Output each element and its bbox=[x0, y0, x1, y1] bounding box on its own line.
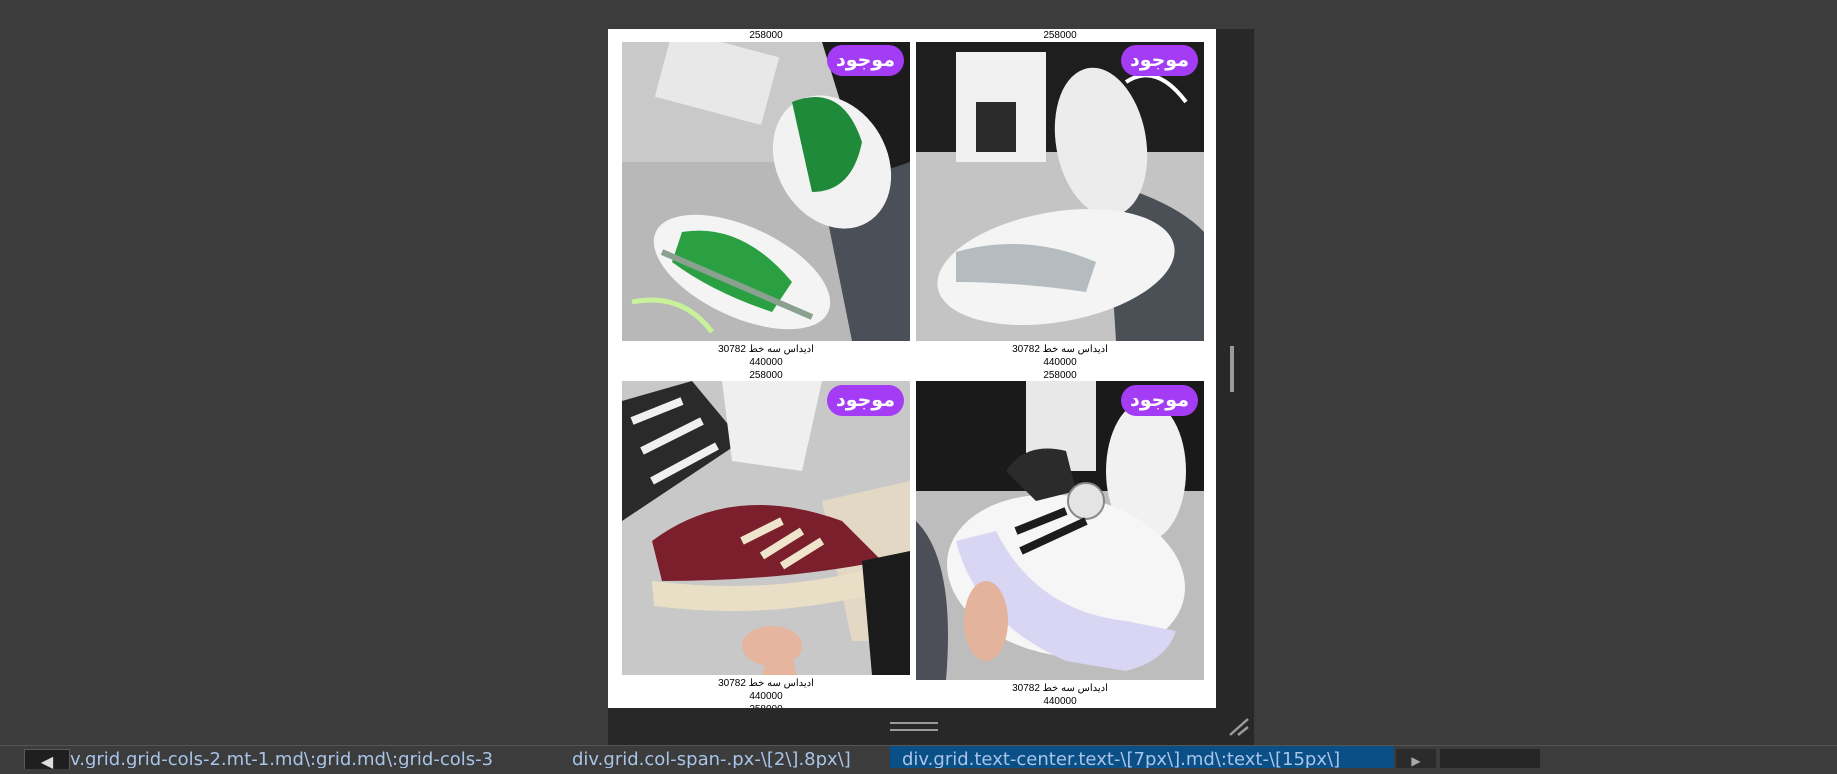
scrollbar-thumb[interactable] bbox=[1230, 346, 1234, 392]
in-stock-badge: موجود bbox=[1120, 385, 1198, 416]
breadcrumb-forward-button[interactable]: ▶ bbox=[1396, 749, 1436, 768]
product-card[interactable]: 258000 موجود ادیداس سه خط 30782 440000 2… bbox=[622, 29, 910, 381]
breadcrumb-back-button[interactable]: ◀ bbox=[24, 749, 70, 771]
in-stock-badge: موجود bbox=[826, 385, 904, 416]
breadcrumb-item-selected[interactable]: div.grid.text-center.text-\[7px\].md\:te… bbox=[890, 746, 1394, 768]
product-title[interactable]: ادیداس سه خط 30782 bbox=[916, 343, 1204, 356]
drag-handle-icon[interactable] bbox=[890, 722, 938, 731]
in-stock-badge: موجود bbox=[826, 45, 904, 76]
breadcrumb-item[interactable]: div.grid.col-span-.px-\[2\].8px\] bbox=[572, 746, 872, 768]
white-fashion-sneakers-icon bbox=[916, 42, 1204, 341]
product-price: 440000 bbox=[749, 357, 783, 368]
resize-grip-icon[interactable] bbox=[1226, 717, 1250, 737]
green-white-sneakers-icon bbox=[622, 42, 910, 341]
product-sale-price: 258000 bbox=[1043, 30, 1077, 41]
device-preview: 258000 موجود ادیداس سه خط 30782 440000 2… bbox=[608, 29, 1216, 708]
product-title[interactable]: ادیداس سه خط 30782 bbox=[916, 682, 1204, 695]
breadcrumb-overflow bbox=[1440, 749, 1540, 768]
product-card[interactable]: 258000 موجود ادیداس سه خط 30782 440000 2… bbox=[916, 29, 1204, 381]
element-breadcrumb-bar: ◀ v.grid.grid-cols-2.mt-1.md\:grid.md\:g… bbox=[0, 745, 1837, 771]
product-price: 440000 bbox=[749, 691, 783, 702]
product-title[interactable]: ادیداس سه خط 30782 bbox=[622, 677, 910, 690]
product-image[interactable] bbox=[622, 381, 910, 675]
product-title[interactable]: ادیداس سه خط 30782 bbox=[622, 343, 910, 356]
vertical-scrollbar[interactable] bbox=[1216, 29, 1254, 745]
product-image[interactable] bbox=[622, 42, 910, 341]
product-price: 440000 bbox=[1043, 696, 1077, 707]
product-sale-price: 258000 bbox=[749, 30, 783, 41]
burgundy-canvas-sneakers-icon bbox=[622, 381, 910, 675]
in-stock-badge: موجود bbox=[1120, 45, 1198, 76]
product-image[interactable] bbox=[916, 381, 1204, 680]
white-chunky-sneakers-icon bbox=[916, 381, 1204, 680]
product-price: 440000 bbox=[1043, 357, 1077, 368]
product-card[interactable]: موجود ادیداس سه خط 30782 440000 258000 bbox=[622, 381, 910, 708]
breadcrumb-item[interactable]: v.grid.grid-cols-2.mt-1.md\:grid.md\:gri… bbox=[70, 746, 560, 768]
product-card[interactable]: موجود ادیداس سه خط 30782 440000 bbox=[916, 381, 1204, 708]
preview-bottom-bar bbox=[608, 708, 1249, 745]
product-image[interactable] bbox=[916, 42, 1204, 341]
